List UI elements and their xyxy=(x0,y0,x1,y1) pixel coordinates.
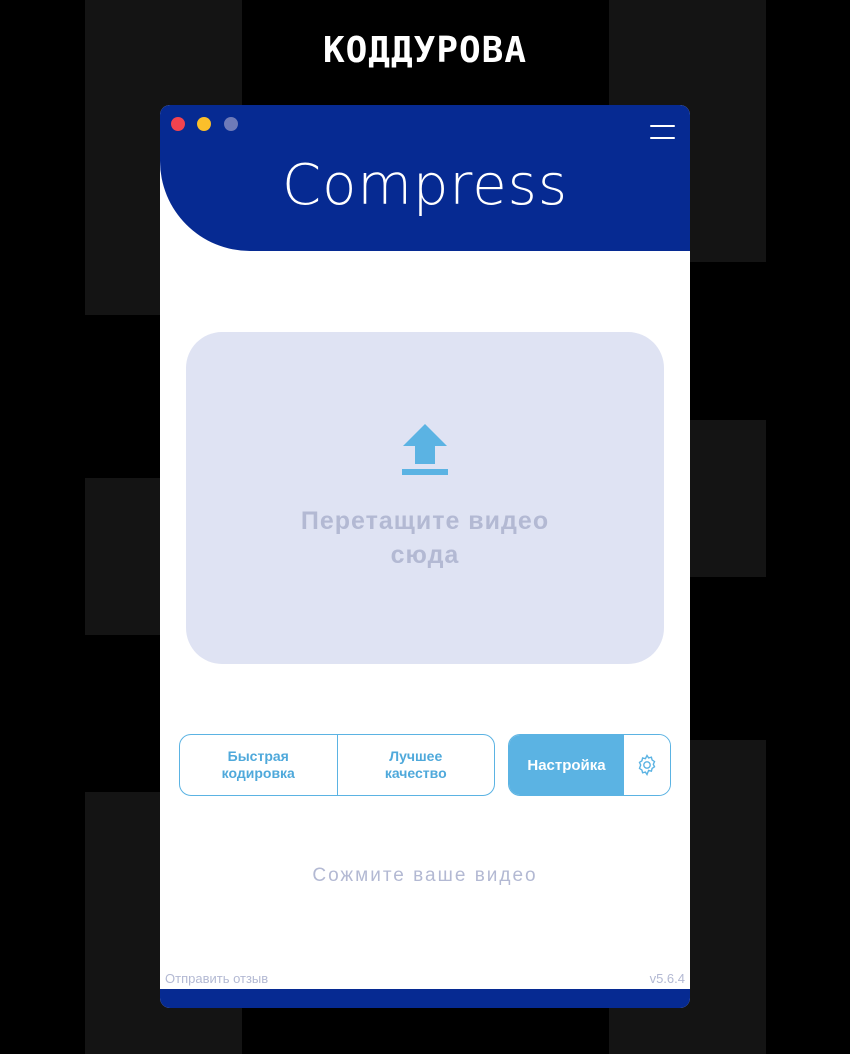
gear-button[interactable] xyxy=(624,735,670,795)
app-header: Compress xyxy=(160,105,690,251)
encoding-mode-selector: Быстрая кодировка Лучшее качество xyxy=(179,734,495,796)
close-window-button[interactable] xyxy=(171,117,185,131)
video-drop-zone[interactable]: Перетащите видео сюда xyxy=(186,332,664,664)
settings-control: Настройка xyxy=(508,734,671,796)
hamburger-icon[interactable] xyxy=(650,125,675,139)
brand-logo: КОДДУРОВА xyxy=(322,30,528,71)
tagline: Сожмите ваше видео xyxy=(312,865,538,886)
drop-text-line1: Перетащите видео xyxy=(300,507,550,535)
best-quality-label-line1: Лучшее xyxy=(389,748,443,764)
zoom-window-button[interactable] xyxy=(224,117,238,131)
fast-encoding-button[interactable]: Быстрая кодировка xyxy=(180,735,337,795)
app-window: Compress Перетащите видео сюда Быстрая к… xyxy=(160,105,690,1008)
best-quality-label-line2: качество xyxy=(384,765,447,781)
upload-arrow-icon xyxy=(402,424,448,475)
best-quality-button[interactable]: Лучшее качество xyxy=(336,735,495,795)
app-title: Compress xyxy=(281,153,569,218)
minimize-window-button[interactable] xyxy=(197,117,211,131)
fast-encoding-label-line2: кодировка xyxy=(221,765,295,781)
footer-bar xyxy=(160,989,690,1008)
drop-text-line2: сюда xyxy=(390,541,460,569)
feedback-link[interactable]: Отправить отзыв xyxy=(165,971,268,986)
version-label: v5.6.4 xyxy=(649,971,685,986)
fast-encoding-label-line1: Быстрая xyxy=(227,748,289,764)
settings-button[interactable]: Настройка xyxy=(509,735,624,795)
drop-instructions: Перетащите видео сюда xyxy=(186,504,664,572)
gear-icon xyxy=(638,754,656,776)
